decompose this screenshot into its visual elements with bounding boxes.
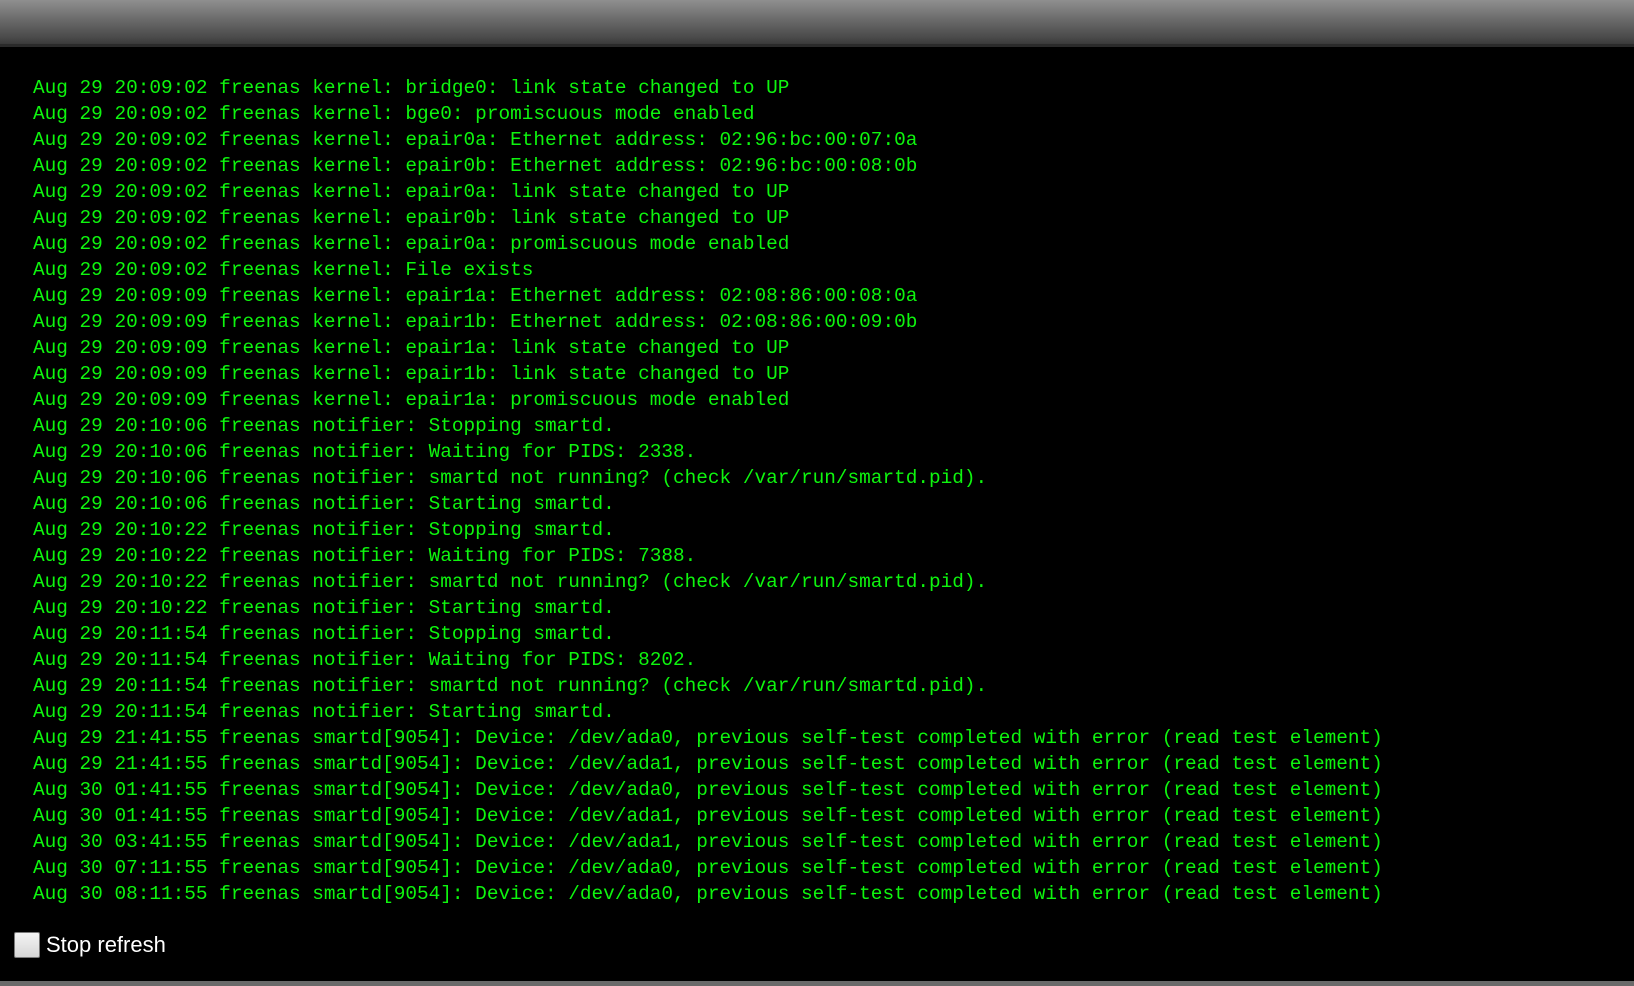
log-line: Aug 29 20:10:22 freenas notifier: Stoppi… [33,519,615,541]
stop-refresh-checkbox[interactable] [14,932,40,958]
log-line: Aug 29 20:09:09 freenas kernel: epair1b:… [33,311,918,333]
log-line: Aug 29 20:10:22 freenas notifier: Waitin… [33,545,697,567]
log-line: Aug 29 20:09:09 freenas kernel: epair1b:… [33,363,790,385]
log-line: Aug 29 20:11:54 freenas notifier: smartd… [33,675,988,697]
log-line: Aug 30 08:11:55 freenas smartd[9054]: De… [33,883,1383,905]
stop-refresh-label[interactable]: Stop refresh [46,931,166,959]
bottom-edge [0,981,1634,986]
log-line: Aug 29 20:10:06 freenas notifier: Starti… [33,493,615,515]
log-line: Aug 29 21:41:55 freenas smartd[9054]: De… [33,753,1383,775]
log-line: Aug 30 01:41:55 freenas smartd[9054]: De… [33,779,1383,801]
log-line: Aug 29 20:09:09 freenas kernel: epair1a:… [33,337,790,359]
log-line: Aug 29 20:10:06 freenas notifier: Waitin… [33,441,697,463]
log-line: Aug 29 20:09:02 freenas kernel: epair0a:… [33,129,918,151]
log-line: Aug 29 20:09:02 freenas kernel: bge0: pr… [33,103,755,125]
log-line: Aug 29 20:10:06 freenas notifier: Stoppi… [33,415,615,437]
log-line: Aug 29 20:09:02 freenas kernel: bridge0:… [33,77,790,99]
log-line: Aug 29 20:09:02 freenas kernel: epair0a:… [33,233,790,255]
log-line: Aug 29 20:11:54 freenas notifier: Waitin… [33,649,697,671]
log-line: Aug 29 20:10:22 freenas notifier: smartd… [33,571,988,593]
refresh-controls: Stop refresh [14,930,166,960]
log-line: Aug 29 21:41:55 freenas smartd[9054]: De… [33,727,1383,749]
log-line: Aug 29 20:09:02 freenas kernel: File exi… [33,259,534,281]
log-line: Aug 29 20:09:09 freenas kernel: epair1a:… [33,389,790,411]
log-line: Aug 29 20:10:22 freenas notifier: Starti… [33,597,615,619]
log-line: Aug 29 20:09:02 freenas kernel: epair0b:… [33,155,918,177]
log-line: Aug 29 20:09:09 freenas kernel: epair1a:… [33,285,918,307]
log-line: Aug 29 20:10:06 freenas notifier: smartd… [33,467,988,489]
log-line: Aug 30 01:41:55 freenas smartd[9054]: De… [33,805,1383,827]
log-line: Aug 30 03:41:55 freenas smartd[9054]: De… [33,831,1383,853]
log-line: Aug 29 20:09:02 freenas kernel: epair0b:… [33,207,790,229]
log-output[interactable]: Aug 29 20:09:02 freenas kernel: bridge0:… [0,47,1634,922]
log-line: Aug 30 07:11:55 freenas smartd[9054]: De… [33,857,1383,879]
title-bar[interactable] [0,0,1634,47]
log-lines: Aug 29 20:09:02 freenas kernel: bridge0:… [33,75,1383,907]
log-viewer-window: Aug 29 20:09:02 freenas kernel: bridge0:… [0,0,1634,986]
log-line: Aug 29 20:09:02 freenas kernel: epair0a:… [33,181,790,203]
log-line: Aug 29 20:11:54 freenas notifier: Stoppi… [33,623,615,645]
log-line: Aug 29 20:11:54 freenas notifier: Starti… [33,701,615,723]
